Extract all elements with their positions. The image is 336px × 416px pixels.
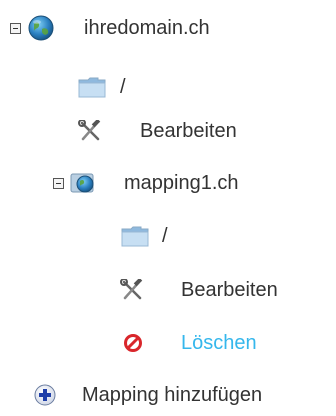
edit-mapping-label: Bearbeiten (181, 279, 278, 301)
tree-item-mapping-folder[interactable]: / (121, 220, 168, 252)
tree-item-edit-mapping[interactable]: Bearbeiten (120, 274, 278, 306)
mapping-folder-label: / (162, 225, 168, 247)
collapse-toggle-domain[interactable] (10, 22, 21, 34)
domain-label[interactable]: ihredomain.ch (84, 16, 210, 40)
folder-icon (121, 225, 149, 247)
tree-node-mapping: mapping1.ch (53, 167, 239, 199)
root-folder-label: / (120, 76, 126, 98)
add-mapping-item[interactable]: Mapping hinzufügen (34, 379, 262, 411)
tree-node-domain: ihredomain.ch (10, 12, 210, 44)
tools-icon (120, 279, 144, 301)
tree-item-root-folder[interactable]: / (78, 71, 126, 103)
tree-item-edit-domain[interactable]: Bearbeiten (78, 115, 237, 147)
tree-item-delete-mapping[interactable]: Löschen (123, 327, 257, 359)
delete-icon (123, 333, 143, 353)
collapse-toggle-mapping[interactable] (53, 177, 64, 189)
tools-icon (78, 120, 102, 142)
folder-icon (78, 76, 106, 98)
delete-mapping-label[interactable]: Löschen (181, 331, 257, 355)
globe-icon (28, 15, 54, 41)
add-mapping-label: Mapping hinzufügen (82, 384, 263, 406)
mapping-globe-icon (70, 171, 96, 195)
add-icon (34, 384, 56, 406)
edit-domain-label: Bearbeiten (140, 120, 237, 142)
mapping-label[interactable]: mapping1.ch (124, 171, 239, 195)
